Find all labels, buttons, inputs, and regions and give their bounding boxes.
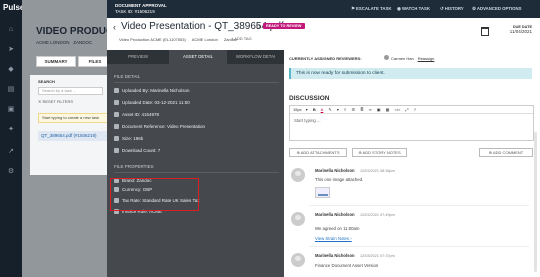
file-detail-heading: FILE DETAIL (114, 74, 141, 79)
comment-time: 12/03/2021 07:49pm (360, 212, 395, 217)
document-icon (114, 124, 119, 129)
search-input[interactable]: Search by a task ... (38, 87, 103, 95)
help-icon[interactable]: ? (414, 107, 416, 112)
highlight-icon[interactable]: ✎ (328, 107, 331, 112)
file-list-item[interactable]: QT_389654.pdf (#1506219) (38, 131, 108, 141)
uploaded-date: Uploaded Date: 03-12-2021 11:50 (114, 100, 190, 105)
add-tag-button[interactable]: + ADD TAG (231, 36, 252, 41)
comment-author: Marinella Nicholson (315, 212, 355, 217)
avatar (291, 253, 305, 267)
app-sidebar: Pulse ⌂ ➤ ◆ ▤ ▣ ✦ ↗ ⚙ (0, 0, 24, 277)
image-icon[interactable]: ▣ (377, 107, 381, 112)
tag-icon[interactable]: ◆ (6, 66, 16, 74)
comment-author: Marinella Nicholson (315, 168, 355, 173)
advanced-options-button[interactable]: ⚙ ADVANCED OPTIONS (472, 6, 521, 12)
font-size-select[interactable]: 15px (293, 107, 302, 112)
user-icon (114, 88, 119, 93)
editor-placeholder: Start typing ... (294, 118, 321, 123)
id-icon (114, 112, 119, 117)
comments-scrollbar[interactable] (534, 132, 537, 272)
bold-icon[interactable]: B (313, 107, 316, 112)
location-icon[interactable]: ✦ (6, 126, 16, 134)
download-icon (114, 148, 119, 153)
escalate-task-button[interactable]: ⚑ ESCALATE TASK (351, 6, 391, 12)
avatar (291, 168, 305, 182)
highlight-box (110, 178, 199, 211)
task-modal: DOCUMENT APPROVAL TASK ID: #1506219 ⚑ ES… (107, 0, 540, 277)
reviewer-avatar (384, 55, 389, 60)
modal-header: ‹ Video Presentation - QT_389654.pdf v1 … (107, 18, 540, 50)
divider (114, 172, 279, 173)
chevron-down-icon: ▾ (336, 107, 339, 112)
chart-icon[interactable]: ↗ (6, 148, 16, 156)
fullscreen-icon[interactable]: ⤢ (405, 107, 408, 112)
watch-task-button[interactable]: ◉ WATCH TASK (397, 6, 430, 12)
file-size: Size: 196b (114, 136, 143, 141)
assigned-reviewer: Carmen Han Reassign (391, 56, 435, 61)
link-icon[interactable]: ∞ (369, 107, 372, 112)
editor-toolbar: 15px ▾ B A ✎ ▾ ≡ ☰ ≣ ∞ ▣ ▦ </> ⤢ ? (290, 106, 533, 114)
task-label: DOCUMENT APPROVAL TASK ID: #1506219 (115, 3, 167, 14)
create-task-notice: Start typing to create a new task (38, 113, 108, 123)
reset-filters-button[interactable]: ✕ RESET FILTERS (38, 99, 73, 104)
review-panel: CURRENTLY ASSIGNED REVIEWERS: Carmen Han… (284, 50, 540, 277)
align-icon[interactable]: ≣ (360, 107, 363, 112)
ready-message: This is now ready for submission to clie… (289, 68, 532, 79)
comment-time: 12/03/2021 07:37pm (360, 253, 395, 258)
comment-author: Marinella Nicholson (315, 253, 355, 258)
tab-workflow-detail[interactable]: WORKFLOW DETAI (227, 50, 284, 64)
version-label[interactable]: v1 (256, 24, 261, 29)
home-icon[interactable]: ⌂ (6, 26, 16, 34)
add-comment-button[interactable]: ⊕ ADD COMMENT (479, 148, 533, 157)
tab-asset-detail[interactable]: ASSET DETAIL (169, 50, 227, 64)
history-button[interactable]: ↺ HISTORY (440, 6, 464, 12)
divider (114, 82, 279, 83)
view-notes-link[interactable]: View Strain Notes › (315, 236, 352, 241)
comment-text: We agreed on 11:00am (315, 226, 360, 231)
comment-text: This one image attached. (315, 177, 364, 182)
asset-detail-panel: FILE DETAIL Uploaded By: Marinella Nicho… (107, 64, 284, 277)
image-icon[interactable]: ▣ (6, 106, 16, 114)
reassign-link[interactable]: Reassign (418, 56, 435, 61)
tab-preview[interactable]: PREVIEW (107, 50, 169, 64)
status-badge: READY TO REVIEW (263, 23, 305, 29)
detail-tabs: PREVIEW ASSET DETAIL WORKFLOW DETAI (107, 50, 284, 64)
due-date: DUE DATE 11/04/2021 (509, 25, 532, 34)
add-attachments-button[interactable]: ⊕ ADD ATTACHMENTS (289, 148, 347, 157)
divider (309, 246, 529, 247)
chevron-down-icon: ▾ (305, 107, 308, 112)
avatar (291, 212, 305, 226)
calendar-icon (481, 27, 489, 36)
assigned-reviewers-label: CURRENTLY ASSIGNED REVIEWERS: (289, 56, 362, 61)
background-subtitle: ACME LONDON ZANDOC (36, 40, 93, 45)
size-icon (114, 136, 119, 141)
font-color-icon[interactable]: A (321, 107, 324, 112)
uploaded-by: Uploaded By: Marinella Nicholson (114, 88, 190, 93)
comment-editor[interactable]: 15px ▾ B A ✎ ▾ ≡ ☰ ≣ ∞ ▣ ▦ </> ⤢ ? Start … (289, 105, 534, 141)
tab-summary[interactable]: SUMMARY (36, 56, 76, 67)
attachment-thumbnail[interactable] (315, 187, 330, 198)
table-icon[interactable]: ▦ (386, 107, 390, 112)
discussion-heading: DISCUSSION (289, 95, 330, 102)
document-icon[interactable]: ▤ (6, 86, 16, 94)
divider (309, 205, 529, 206)
comment-text: Finance Document Asset Version (315, 263, 379, 268)
download-count: Download Count: 7 (114, 148, 160, 153)
search-label: SEARCH (38, 79, 55, 84)
numbered-list-icon[interactable]: ☰ (352, 107, 356, 112)
bullet-list-icon[interactable]: ≡ (344, 107, 346, 112)
settings-icon[interactable]: ⚙ (6, 168, 16, 176)
asset-id: Asset ID: 4154978 (114, 112, 159, 117)
send-icon[interactable]: ➤ (6, 46, 16, 54)
file-properties-heading: FILE PROPERTIES (114, 164, 154, 169)
modal-topbar: DOCUMENT APPROVAL TASK ID: #1506219 ⚑ ES… (107, 0, 540, 18)
comment-time: 12/03/2021 08:36pm (360, 168, 395, 173)
document-reference: Document Reference: Video Presentation (114, 124, 205, 129)
task-meta: Video Production ACME (EL1107553) ACME Lo… (119, 37, 238, 42)
add-story-notes-button[interactable]: ⊕ ADD STORY NOTES (352, 148, 407, 157)
calendar-icon (114, 100, 119, 105)
code-icon[interactable]: </> (395, 107, 401, 112)
